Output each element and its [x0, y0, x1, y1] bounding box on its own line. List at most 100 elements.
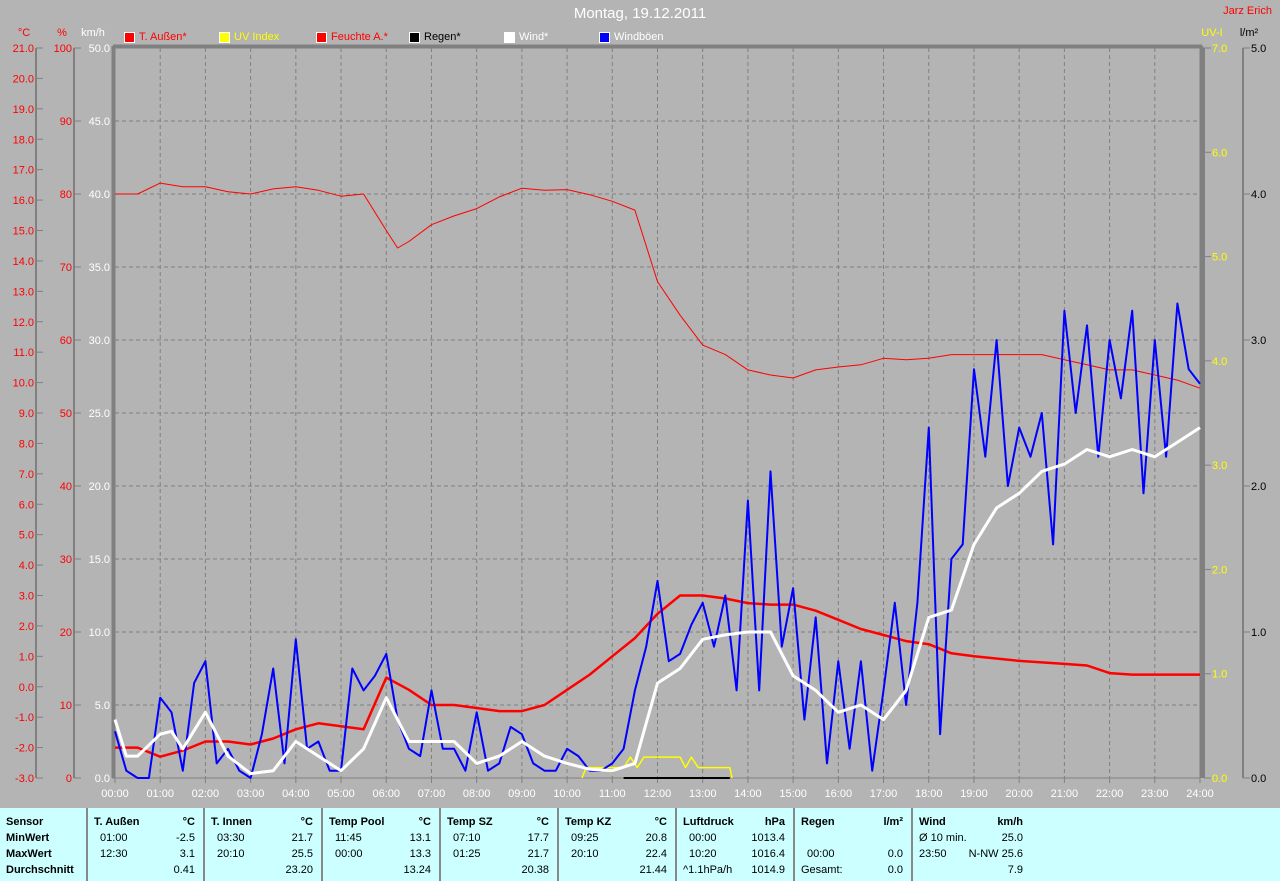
wind-axis-label: 45.0	[89, 116, 110, 128]
temp-axis-label: 0.0	[19, 682, 34, 694]
table-column: Temp SZ °C 07:10 17.7 01:25 21.7 20.38	[441, 808, 559, 881]
x-tick-label: 20:00	[1005, 788, 1033, 800]
wind-axis-unit: km/h	[81, 27, 105, 39]
wind-axis-label: 20.0	[89, 481, 110, 493]
table-column: Regen l/m² 00:00 0.0 Gesamt: 0.0	[795, 808, 913, 881]
wind-axis-label: 10.0	[89, 627, 110, 639]
uv-axis-label: 1.0	[1212, 669, 1227, 681]
x-tick-label: 12:00	[644, 788, 672, 800]
temp-axis-label: -1.0	[15, 712, 34, 724]
temp-axis-label: 17.0	[13, 165, 34, 177]
x-tick-label: 04:00	[282, 788, 310, 800]
uv-axis-label: 5.0	[1212, 252, 1227, 264]
cell-value: 21.7	[291, 832, 313, 844]
x-tick-label: 22:00	[1096, 788, 1124, 800]
row-label: MaxWert	[6, 848, 52, 860]
cell-value: 13.24	[403, 864, 431, 876]
temp-axis-label: 13.0	[13, 286, 34, 298]
cell-value: 1014.9	[751, 864, 785, 876]
cell-value: 21.44	[639, 864, 667, 876]
humidity-axis-label: 50	[60, 408, 72, 420]
uv-axis-label: 0.0	[1212, 773, 1227, 785]
wind-axis-label: 0.0	[95, 773, 110, 785]
column-unit: km/h	[997, 816, 1023, 828]
cell-value: 23.20	[285, 864, 313, 876]
x-tick-label: 11:00	[599, 788, 626, 800]
temp-axis-label: -2.0	[15, 743, 34, 755]
cell-value: 0.0	[887, 848, 903, 860]
cell-value: 25.5	[291, 848, 313, 860]
rain-axis-label: 3.0	[1251, 335, 1266, 347]
x-tick-label: 23:00	[1141, 788, 1169, 800]
cell-value: 13.1	[409, 832, 431, 844]
x-tick-label: 00:00	[101, 788, 129, 800]
legend-label: Wind*	[519, 31, 549, 43]
temp-axis-label: 7.0	[19, 469, 34, 481]
legend-item: Windböen	[599, 31, 664, 43]
temp-axis-label: 9.0	[19, 408, 34, 420]
x-tick-label: 02:00	[192, 788, 220, 800]
legend-item: UV Index	[219, 31, 279, 43]
humidity-axis-label: 60	[60, 335, 72, 347]
weather-chart: 00:00 01:00 02:00 03:00 04:00 05:00 06:00 07:00…	[13, 27, 1267, 800]
cell-value: 1016.4	[751, 848, 785, 860]
cell-value: 20.8	[645, 832, 667, 844]
humidity-axis-label: 80	[60, 189, 72, 201]
cell-value: 1013.4	[751, 832, 785, 844]
humidity-axis-label: 10	[60, 700, 72, 712]
x-tick-label: 03:00	[237, 788, 265, 800]
uv-axis-unit: UV-I	[1201, 27, 1222, 39]
wind-axis-label: 5.0	[95, 700, 110, 712]
legend-swatch	[219, 31, 230, 43]
x-tick-label: 08:00	[463, 788, 491, 800]
legend-label: UV Index	[234, 31, 280, 43]
temp-axis-label: 1.0	[19, 651, 34, 663]
x-tick-label: 13:00	[689, 788, 717, 800]
temp-axis-label: 19.0	[13, 104, 34, 116]
x-tick-label: 16:00	[825, 788, 853, 800]
wind-axis-label: 25.0	[89, 408, 110, 420]
legend-item: Wind*	[504, 31, 548, 43]
temp-axis-label: 20.0	[13, 73, 34, 85]
cell-value: 25.0	[1001, 832, 1023, 844]
temp-axis-label: 3.0	[19, 591, 34, 603]
legend-label: Feuchte A.*	[331, 31, 388, 43]
temp-axis-label: 11.0	[13, 347, 34, 359]
uv-axis-label: 3.0	[1212, 460, 1227, 472]
rain-axis-label: 2.0	[1251, 481, 1266, 493]
legend-item: Regen*	[409, 31, 461, 43]
legend-label: T. Außen*	[139, 31, 187, 43]
table-column: Wind km/h Ø 10 min. 25.0 23:50 N-NW 25.6 7.9	[913, 808, 1031, 881]
legend-swatch	[409, 31, 420, 43]
humidity-axis-label: 40	[60, 481, 72, 493]
temp-axis-label: 8.0	[19, 438, 34, 450]
uv-axis-label: 6.0	[1212, 147, 1227, 159]
temp-axis-label: 10.0	[13, 378, 34, 390]
table-column: Temp Pool °C 11:45 13.1 00:00 13.3 13.24	[323, 808, 441, 881]
legend-item: T. Außen*	[124, 31, 187, 43]
humidity-axis-unit: %	[57, 27, 67, 39]
temp-axis-label: -3.0	[15, 773, 34, 785]
temp-axis-label: 21.0	[13, 43, 34, 55]
table-column: Luftdruck hPa 00:00 1013.4 10:20 1016.4 ^1.1hP…	[677, 808, 795, 881]
x-tick-label: 05:00	[327, 788, 355, 800]
legend-swatch	[124, 31, 135, 43]
x-tick-label: 17:00	[870, 788, 898, 800]
x-tick-label: 09:00	[508, 788, 536, 800]
temp-axis-label: 6.0	[19, 499, 34, 511]
column-unit: °C	[300, 816, 313, 828]
temp-axis-label: 16.0	[13, 195, 34, 207]
wind-axis-label: 15.0	[89, 554, 110, 566]
cell-value: N-NW 25.6	[968, 848, 1023, 860]
cell-value: 0.0	[887, 864, 903, 876]
cell-value: 21.7	[527, 848, 549, 860]
x-tick-label: 19:00	[960, 788, 988, 800]
cell-value: 13.3	[409, 848, 431, 860]
uv-axis-label: 2.0	[1212, 564, 1227, 576]
wind-axis-label: 35.0	[89, 262, 110, 274]
humidity-axis-label: 100	[54, 43, 72, 55]
column-unit: hPa	[764, 816, 785, 828]
wind-axis-label: 30.0	[89, 335, 110, 347]
x-tick-label: 21:00	[1051, 788, 1079, 800]
table-column: Sensor MinWert MaxWert Durchschnitt	[0, 808, 88, 881]
